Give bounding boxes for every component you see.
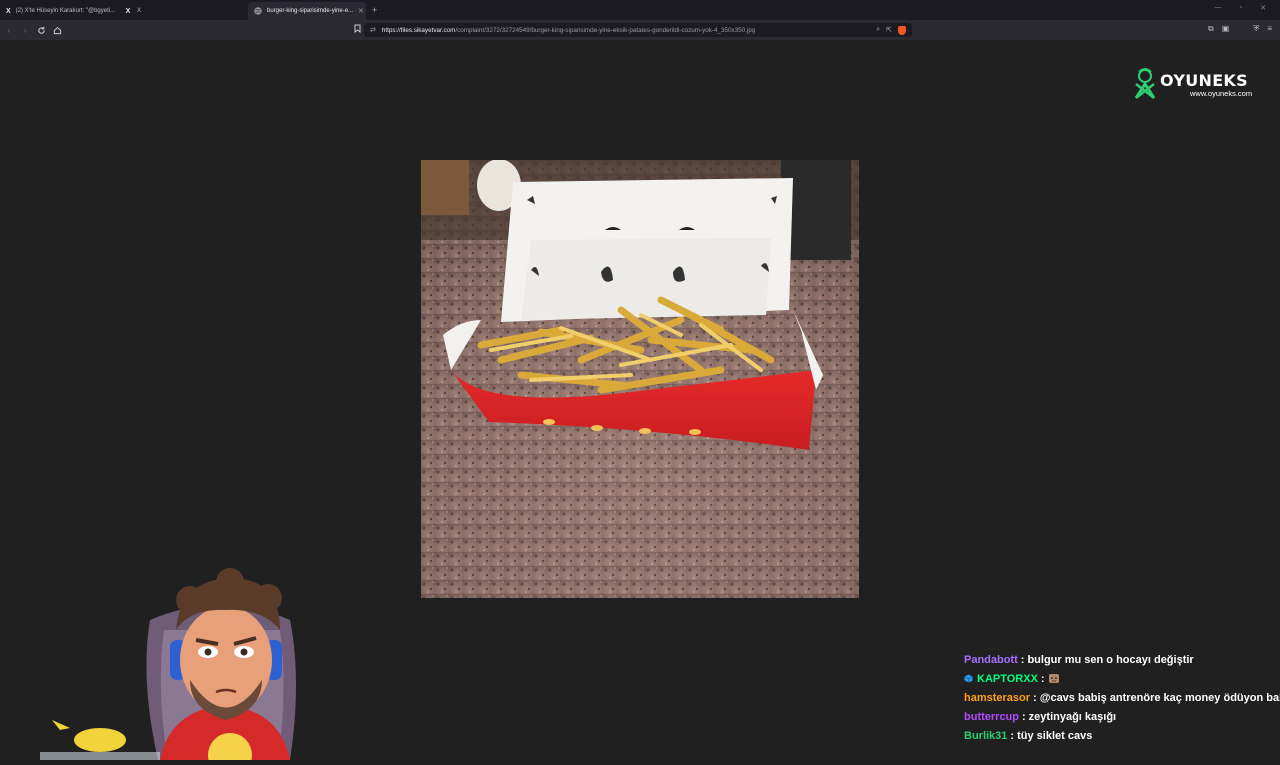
chat-username: Pandabott <box>964 653 1018 666</box>
chat-message: KAPTORXX : <box>964 669 1280 688</box>
chat-text: bulgur mu sen o hocayı değiştir <box>1027 653 1194 666</box>
chat-message: Burlik31 : tüy siklet cavs <box>964 726 1280 745</box>
x-logo-icon: X <box>6 7 11 15</box>
bookmark-icon[interactable] <box>354 24 361 35</box>
sidebar-icon[interactable]: ▣ <box>1222 24 1230 34</box>
chat-username: Burlik31 <box>964 729 1008 742</box>
tab-x[interactable]: X X <box>118 2 236 20</box>
forward-icon[interactable]: › <box>18 23 32 37</box>
tab-x-post[interactable]: X (2) X'te Hüseyin Karakurt: "@bgyeti... <box>0 2 118 20</box>
close-window-icon[interactable]: ✕ <box>1260 4 1266 12</box>
chat-separator: : <box>1010 729 1015 742</box>
oyuneks-logo: OYUNEKS www.oyuneks.com <box>1132 68 1252 102</box>
streamer-avatar <box>40 560 310 765</box>
image-viewer: OYUNEKS www.oyuneks.com Pandabott: bulg… <box>0 40 1280 765</box>
chat-username: hamsterasor <box>964 691 1031 704</box>
cube-badge-icon <box>964 674 973 683</box>
vpn-icon[interactable]: ⛨ <box>1253 24 1259 34</box>
address-bar[interactable]: ⇄ https://files.sikayetvar.com/complaint… <box>364 23 912 37</box>
home-icon[interactable] <box>50 23 64 37</box>
chat-separator: : <box>1020 653 1025 666</box>
chat-message: hamsterasor : @cavs babiş antrenöre kaç … <box>964 688 1280 707</box>
zoom-icon[interactable]: ⌕ <box>876 26 880 34</box>
emote-icon <box>1048 674 1059 683</box>
tab-label: X <box>137 8 142 14</box>
x-logo-icon: X <box>125 7 131 15</box>
globe-icon <box>254 7 262 15</box>
toolbar-right: ⧉ ▣ ⛨ ≡ <box>1208 24 1272 34</box>
new-tab-button[interactable]: + <box>372 5 377 15</box>
tab-label: (2) X'te Hüseyin Karakurt: "@bgyeti... <box>15 8 116 14</box>
close-tab-icon[interactable]: ✕ <box>358 7 364 15</box>
chat-message: butterrcup : zeytinyağı kaşığı <box>964 707 1280 726</box>
chat-text: @cavs babiş antrenöre kaç money ödüyon b… <box>1039 691 1280 704</box>
navigation-bar: ‹ › ⇄ https://files.sikayetvar.com/compl… <box>0 20 1280 40</box>
chat-separator: : <box>1033 691 1037 704</box>
restore-icon[interactable]: ▫ <box>1240 4 1242 12</box>
window-controls: — ▫ ✕ <box>1215 4 1266 12</box>
stream-chat: Pandabott : bulgur mu sen o hocayı değiş… <box>964 650 1280 745</box>
reload-icon[interactable] <box>34 23 48 37</box>
url-text[interactable]: https://files.sikayetvar.com/complaint/3… <box>382 27 870 34</box>
fries-box-photo <box>421 160 859 598</box>
brave-shield-icon[interactable] <box>898 25 906 35</box>
back-icon[interactable]: ‹ <box>2 23 16 37</box>
chat-separator: : <box>1040 672 1045 685</box>
tab-bar: X (2) X'te Hüseyin Karakurt: "@bgyeti...… <box>0 0 1280 20</box>
chat-message: Pandabott : bulgur mu sen o hocayı değiş… <box>964 650 1280 669</box>
chat-separator: : <box>1022 710 1026 723</box>
extensions-icon[interactable]: ⧉ <box>1208 24 1214 34</box>
tab-burger-king-image[interactable]: burger-king-siparisimde-yine-e... ✕ <box>248 2 366 20</box>
share-icon[interactable]: ⇱ <box>886 26 892 34</box>
site-info-icon[interactable]: ⇄ <box>370 26 376 34</box>
chat-text: zeytinyağı kaşığı <box>1028 710 1117 723</box>
url-host: https://files.sikayetvar.com <box>381 26 456 34</box>
logo-url: www.oyuneks.com <box>1190 88 1253 98</box>
url-path: /complaint/3272/32724549/burger-king-sip… <box>455 26 756 34</box>
logo-name: OYUNEKS <box>1160 70 1248 90</box>
minimize-icon[interactable]: — <box>1215 4 1222 12</box>
chat-username: butterrcup <box>964 710 1019 723</box>
chat-username: KAPTORXX <box>977 672 1038 685</box>
chat-text: tüy siklet cavs <box>1017 729 1093 742</box>
oyuneks-mascot-icon <box>1134 68 1156 99</box>
tab-label: burger-king-siparisimde-yine-e... <box>267 8 354 14</box>
menu-icon[interactable]: ≡ <box>1267 24 1272 34</box>
